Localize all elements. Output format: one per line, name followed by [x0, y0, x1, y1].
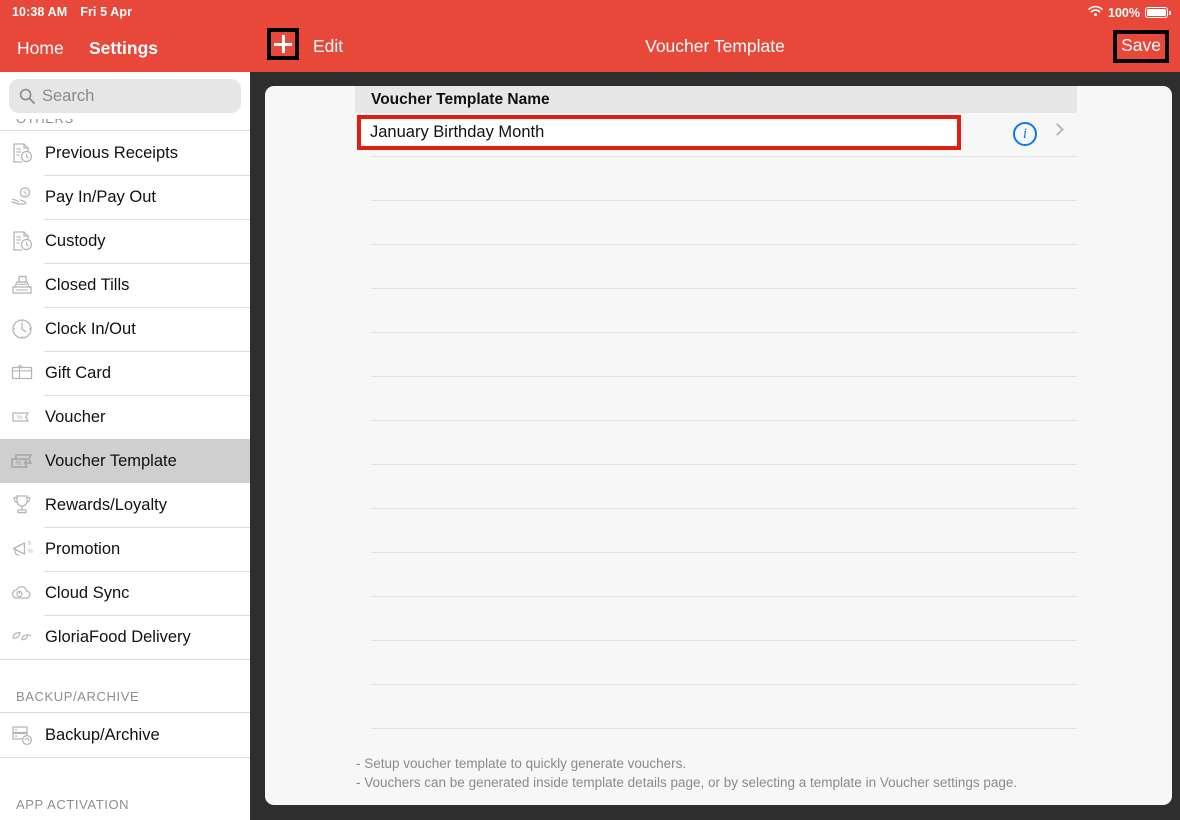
chevron-right-icon [1051, 123, 1064, 136]
main-area: 100% Edit Voucher Template Save Voucher … [250, 0, 1180, 820]
cloud-sync-icon [10, 581, 44, 605]
sidebar-item-closed-tills[interactable]: Closed Tills [0, 263, 250, 307]
footnote-line: - Vouchers can be generated inside templ… [356, 775, 1018, 790]
megaphone-icon: $% [10, 537, 44, 561]
empty-list-row[interactable] [355, 465, 1077, 509]
content-stage: Voucher Template Name January Birthday M… [250, 72, 1180, 820]
ticket-icon: % [10, 405, 44, 429]
sidebar-group-header-backup: BACKUP/ARCHIVE [0, 660, 250, 712]
sidebar-item-custody[interactable]: Custody [0, 219, 250, 263]
empty-list-row[interactable] [355, 201, 1077, 245]
battery-percent: 100% [1108, 5, 1140, 20]
footnote-line: - Setup voucher template to quickly gene… [356, 756, 687, 771]
empty-list-row[interactable] [355, 509, 1077, 553]
sidebar-item-gloriafood-delivery[interactable]: GloriaFood Delivery [0, 615, 250, 659]
row-separator [371, 728, 1077, 729]
cash-register-icon [10, 273, 44, 297]
sidebar-item-label: Cloud Sync [45, 583, 130, 602]
nav-back-home[interactable]: Home [17, 38, 64, 59]
empty-list-row[interactable] [355, 553, 1077, 597]
empty-list-row[interactable] [355, 641, 1077, 685]
info-circle-icon[interactable]: i [1013, 122, 1037, 146]
sidebar-item-label: Previous Receipts [45, 143, 178, 162]
sidebar-item-gift-card[interactable]: Gift Card [0, 351, 250, 395]
sidebar-item-voucher[interactable]: % Voucher [0, 395, 250, 439]
wifi-icon [1088, 5, 1103, 20]
footnotes: - Setup voucher template to quickly gene… [356, 754, 1116, 792]
empty-list-row[interactable] [355, 377, 1077, 421]
ticket-stack-icon: % [10, 449, 44, 473]
sidebar-item-backup-archive[interactable]: Backup/Archive [0, 713, 250, 757]
sidebar-item-label: Voucher Template [45, 451, 177, 470]
hand-cash-icon: $ [10, 185, 44, 209]
gift-card-icon [10, 361, 44, 385]
sidebar-item-previous-receipts[interactable]: Previous Receipts [0, 131, 250, 175]
sidebar-header: 10:38 AM Fri 5 Apr Home Settings [0, 0, 250, 72]
svg-text:$: $ [28, 540, 31, 547]
sidebar-item-label: Backup/Archive [45, 725, 160, 744]
status-time: 10:38 AM [12, 5, 68, 19]
svg-text:%: % [17, 414, 23, 421]
empty-list-row[interactable] [355, 597, 1077, 641]
section-header-label: Voucher Template Name [371, 90, 550, 108]
nav-title-settings: Settings [89, 38, 159, 58]
save-button-label: Save [1121, 35, 1161, 55]
sidebar-item-label: Gift Card [45, 363, 112, 382]
sidebar-item-label: Clock In/Out [45, 319, 136, 338]
receipt-clock-icon [10, 229, 44, 253]
empty-list-row[interactable] [355, 157, 1077, 201]
template-name-field[interactable]: January Birthday Month [357, 115, 961, 150]
empty-list-row[interactable] [355, 685, 1077, 729]
empty-list-row[interactable] [355, 245, 1077, 289]
trophy-icon [10, 493, 44, 517]
sidebar-item-label: Voucher [45, 407, 106, 426]
sidebar-item-pay-in-pay-out[interactable]: $ Pay In/Pay Out [0, 175, 250, 219]
sidebar-item-label: Closed Tills [45, 275, 130, 294]
sidebar-item-promotion[interactable]: $% Promotion [0, 527, 250, 571]
leaf-icon [10, 625, 44, 649]
search-placeholder: Search [42, 86, 95, 105]
sidebar-item-label: GloriaFood Delivery [45, 627, 191, 646]
svg-text:$: $ [23, 189, 27, 197]
sidebar-item-cloud-sync[interactable]: Cloud Sync [0, 571, 250, 615]
empty-list-row[interactable] [355, 289, 1077, 333]
save-button[interactable]: Save [1113, 30, 1169, 63]
empty-list-row[interactable] [355, 333, 1077, 377]
sidebar-item-label: Rewards/Loyalty [45, 495, 167, 514]
sidebar-item-list: Previous Receipts $ Pay In/Pay Out Custo… [0, 130, 250, 659]
page-title: Voucher Template [645, 36, 785, 56]
status-bar-left: 10:38 AM Fri 5 Apr [12, 5, 132, 19]
top-toolbar: 100% Edit Voucher Template Save [250, 0, 1180, 72]
content-panel: Voucher Template Name January Birthday M… [265, 86, 1172, 805]
sidebar-item-label: Custody [45, 231, 106, 250]
receipt-clock-icon [10, 141, 44, 165]
svg-text:%: % [28, 549, 34, 555]
clock-icon [10, 317, 44, 341]
status-bar-right: 100% [1088, 5, 1171, 20]
empty-list-row[interactable] [355, 421, 1077, 465]
sidebar: 10:38 AM Fri 5 Apr Home Settings Search O… [0, 0, 250, 820]
sidebar-item-rewards-loyalty[interactable]: Rewards/Loyalty [0, 483, 250, 527]
sidebar-item-label: Pay In/Pay Out [45, 187, 156, 206]
server-backup-icon [10, 723, 44, 747]
svg-text:%: % [16, 460, 22, 467]
search-container: Search [0, 72, 250, 119]
sidebar-group-header-app-activation: APP ACTIVATION [0, 758, 250, 820]
battery-full-icon [1145, 7, 1171, 18]
search-icon [19, 88, 35, 104]
sidebar-section-header-others: OTHERS [0, 119, 250, 130]
sidebar-nav: Home Settings [0, 34, 250, 72]
search-input[interactable]: Search [9, 79, 241, 113]
template-name-value: January Birthday Month [370, 123, 545, 141]
sidebar-item-voucher-template[interactable]: % Voucher Template [0, 439, 250, 483]
status-date: Fri 5 Apr [80, 5, 133, 19]
sidebar-item-clock-in-out[interactable]: Clock In/Out [0, 307, 250, 351]
sidebar-item-label: Promotion [45, 539, 121, 558]
section-header: Voucher Template Name [355, 86, 1077, 113]
template-row[interactable]: January Birthday Month i [355, 113, 1077, 157]
app-root: 10:38 AM Fri 5 Apr Home Settings Search O… [0, 0, 1180, 820]
